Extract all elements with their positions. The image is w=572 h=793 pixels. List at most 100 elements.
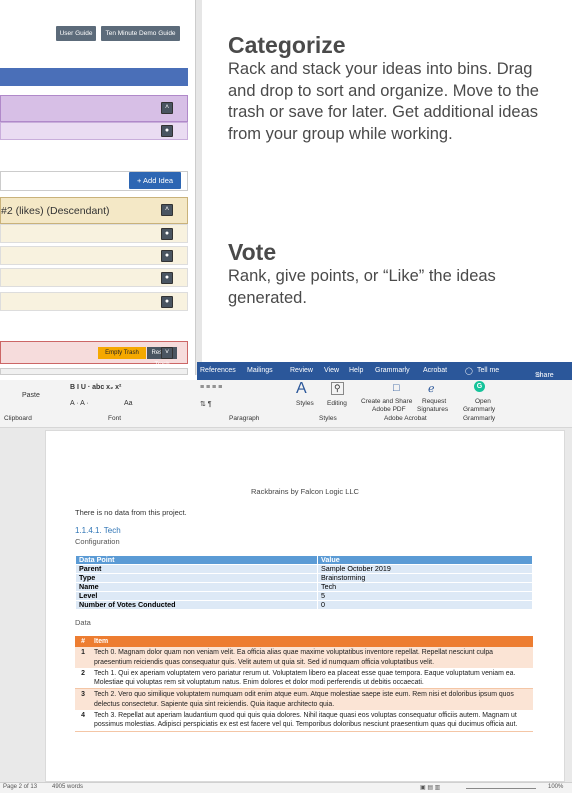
open-grammarly-label[interactable]: Open (475, 398, 491, 405)
sort-icon[interactable]: ⇅ ¶ (200, 400, 212, 408)
table-header: # Item (75, 636, 533, 648)
rackbrains-app-panel: User Guide Ten Minute Demo Guide ˄ ● + A… (0, 0, 201, 375)
table-row: Parent Sample October 2019 (75, 564, 533, 574)
tab-acrobat[interactable]: Acrobat (423, 367, 447, 374)
categorize-text: Rack and stack your ideas into bins. Dra… (228, 60, 539, 143)
zoom-slider[interactable] (466, 788, 536, 789)
table-row: Number of Votes Conducted 0 (75, 600, 533, 610)
trash-subrow (0, 368, 188, 375)
create-share-label[interactable]: Create and Share (361, 398, 412, 405)
font-case-button[interactable]: Aa (124, 400, 133, 407)
open-grammarly-label2[interactable]: Grammarly (463, 406, 495, 413)
cell: Name (75, 582, 318, 592)
search-icon: ⚲ (331, 382, 344, 395)
document-area: Rackbrains by Falcon Logic LLC There is … (0, 428, 572, 782)
cell: Tech 2. Vero quo similique voluptatem nu… (91, 688, 533, 711)
no-data-text: There is no data from this project. (75, 508, 187, 517)
tab-help[interactable]: Help (349, 367, 363, 374)
cell: 3 (75, 688, 91, 711)
comment-icon[interactable]: ● (161, 125, 173, 137)
comment-icon[interactable]: ● (161, 272, 173, 284)
cell: 4 (75, 710, 91, 732)
collapse-icon[interactable]: ˄ (161, 102, 173, 114)
header-cell: Data Point (75, 555, 318, 565)
table-row: Type Brainstorming (75, 573, 533, 583)
grammarly-icon: G (474, 381, 485, 392)
table-header: Data Point Value (75, 555, 533, 565)
categorize-title: Categorize (228, 32, 346, 58)
doc-header: Rackbrains by Falcon Logic LLC (251, 487, 359, 496)
comment-icon[interactable]: ● (161, 296, 173, 308)
group-styles: Styles (319, 415, 337, 422)
styles-button[interactable]: Styles (296, 400, 314, 407)
chevron-down-icon[interactable]: ˅ (161, 347, 173, 359)
table-row: 1 Tech 0. Magnam dolor quam non veniam ve… (75, 647, 533, 668)
cell: Tech 3. Repellat aut aperiam laudantium … (91, 710, 533, 732)
tab-grammarly[interactable]: Grammarly (375, 367, 410, 374)
vote-text: Rank, give points, or “Like” the ideas g… (228, 267, 496, 307)
tab-references[interactable]: References (200, 367, 236, 374)
word-count[interactable]: 4905 words (52, 784, 83, 790)
table-row: Name Tech (75, 582, 533, 592)
idea-row[interactable]: ● (0, 292, 188, 311)
idea-row[interactable]: ● (0, 246, 188, 265)
tab-mailings[interactable]: Mailings (247, 367, 273, 374)
trash-row: Empty Trash Restore Trash ˅ (0, 341, 188, 368)
table-row: 4 Tech 3. Repellat aut aperiam laudantium… (75, 710, 533, 732)
paragraph-buttons[interactable]: ≡ ≡ ≡ ≡ (200, 384, 222, 391)
collapse-icon[interactable]: ˄ (161, 204, 173, 216)
word-ribbon: Paste Clipboard B I U · abc x₂ x² A · A … (0, 380, 572, 428)
add-idea-button[interactable]: + Add Idea (129, 172, 181, 189)
page-count[interactable]: Page 2 of 13 (3, 784, 37, 790)
tell-me-button[interactable]: Tell me (477, 367, 499, 374)
request-sig-label[interactable]: Request (422, 398, 446, 405)
font-color-buttons[interactable]: A · A · (70, 400, 89, 407)
group-font: Font (108, 415, 122, 422)
demo-guide-button[interactable]: Ten Minute Demo Guide (101, 26, 180, 41)
tab-review[interactable]: Review (290, 367, 313, 374)
cell: Number of Votes Conducted (75, 600, 318, 610)
cell: Tech 0. Magnam dolor quam non veniam vel… (91, 647, 533, 668)
sort-label: #2 (likes) (Descendant) (1, 205, 110, 217)
status-bar: Page 2 of 13 4905 words ▣ ▤ ▥ 100% (0, 782, 572, 793)
categorize-section: Categorize Rack and stack your ideas int… (228, 32, 558, 145)
screenshot-root: { "app": { "user_guide": "User Guide", "… (0, 0, 572, 793)
cell: 2 (75, 667, 91, 690)
config-label: Configuration (75, 537, 120, 546)
cell: 1 (75, 647, 91, 668)
signature-icon: ℯ (428, 383, 435, 395)
editing-button[interactable]: Editing (327, 400, 347, 407)
config-table: Data Point Value Parent Sample October 201… (75, 555, 533, 610)
paste-button[interactable]: Paste (22, 392, 40, 399)
add-idea-label: Add Idea (143, 176, 174, 185)
styles-icon: A (296, 380, 307, 397)
panel-splitter[interactable] (195, 0, 202, 375)
bin-purple-row[interactable]: ˄ (0, 95, 188, 122)
data-table: # Item 1 Tech 0. Magnam dolor quam non ven… (75, 636, 533, 732)
zoom-level[interactable]: 100% (548, 784, 563, 790)
font-format-buttons[interactable]: B I U · abc x₂ x² (70, 384, 121, 391)
user-guide-button[interactable]: User Guide (56, 26, 96, 41)
vote-section: Vote Rank, give points, or “Like” the id… (228, 239, 558, 309)
ribbon-tabbar: References Mailings Review View Help Gra… (197, 362, 572, 380)
view-buttons[interactable]: ▣ ▤ ▥ (420, 784, 440, 791)
section-heading: 1.1.4.1. Tech (75, 526, 121, 535)
share-label: Share (535, 372, 554, 379)
create-share-label2[interactable]: Adobe PDF (372, 406, 406, 413)
cell: Type (75, 573, 318, 583)
empty-trash-button[interactable]: Empty Trash (98, 347, 146, 359)
comment-icon[interactable]: ● (161, 228, 173, 240)
table-row: 2 Tech 1. Qui ex aperiam voluptatem vero … (75, 667, 533, 690)
header-cell: # (75, 636, 91, 648)
sort-row[interactable]: #2 (likes) (Descendant) ˄ (0, 197, 188, 224)
cell: Brainstorming (317, 573, 533, 583)
tab-view[interactable]: View (324, 367, 339, 374)
comment-icon[interactable]: ● (161, 250, 173, 262)
data-label: Data (75, 618, 91, 627)
idea-row[interactable]: ● (0, 268, 188, 287)
document-page[interactable]: Rackbrains by Falcon Logic LLC There is … (45, 430, 565, 782)
group-grammarly: Grammarly (463, 415, 496, 422)
idea-row[interactable]: ● (0, 224, 188, 243)
bin-purple-subrow[interactable]: ● (0, 122, 188, 140)
request-sig-label2[interactable]: Signatures (417, 406, 448, 413)
